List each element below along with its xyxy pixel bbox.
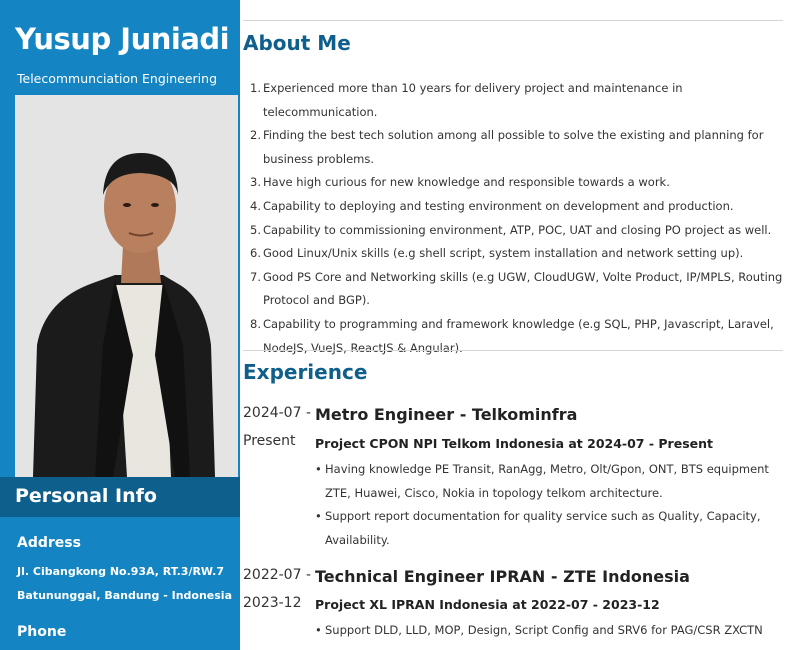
exp-date-end: 2023-12 [243,595,302,611]
exp-bullet: Having knowledge PE Transit, RanAgg, Met… [315,458,785,505]
exp-bullet: Support DLD, LLD, MOP, Design, Script Co… [315,619,785,643]
main-content: About Me 1. Experienced more than 10 year… [240,0,800,650]
about-item: 4. Capability to deploying and testing en… [250,198,734,213]
exp-title: Metro Engineer - Telkominfra [315,405,578,424]
about-item: 6. Good Linux/Unix skills (e.g shell scri… [250,246,744,261]
exp-bullet: Support report documentation for quality… [315,505,785,552]
exp-project: Project XL IPRAN Indonesia at 2022-07 - … [315,597,660,612]
about-item: 2. Finding the best tech solution among a… [250,128,764,166]
address-line-2: Batununggal, Bandung - Indonesia [17,589,232,602]
divider [243,350,783,351]
about-item: 5. Capability to commissioning environmen… [250,222,772,237]
about-item: 7. Good PS Core and Networking skills (e.… [250,269,783,308]
profile-name: Yusup Juniadi [15,22,230,56]
sidebar: Yusup Juniadi Telecommunciation Engineer… [0,0,240,650]
experience-heading: Experience [243,360,368,384]
exp-date-start: 2022-07 - [243,567,311,583]
personal-info-header: Personal Info [0,477,240,517]
phone-label: Phone [17,624,67,640]
divider [243,20,783,21]
profile-subtitle: Telecommunciation Engineering [17,71,218,86]
about-item: 8. Capability to programming and framewor… [250,316,774,355]
exp-project: Project CPON NPI Telkom Indonesia at 202… [315,436,713,451]
profile-photo [15,95,238,477]
about-list: 1. Experienced more than 10 years for del… [250,77,790,360]
personal-info-heading: Personal Info [15,485,157,507]
exp-bullets: Having knowledge PE Transit, RanAgg, Met… [315,458,785,552]
exp-date-end: Present [243,433,296,449]
address-label: Address [17,535,81,551]
exp-bullets: Support DLD, LLD, MOP, Design, Script Co… [315,619,785,643]
about-item: 3. Have high curious for new knowledge an… [250,175,670,190]
exp-date-start: 2024-07 - [243,405,311,421]
about-item: 1. Experienced more than 10 years for del… [250,81,683,119]
address-line-1: Jl. Cibangkong No.93A, RT.3/RW.7 [17,565,225,578]
exp-title: Technical Engineer IPRAN - ZTE Indonesia [315,567,690,586]
about-heading: About Me [243,31,351,55]
